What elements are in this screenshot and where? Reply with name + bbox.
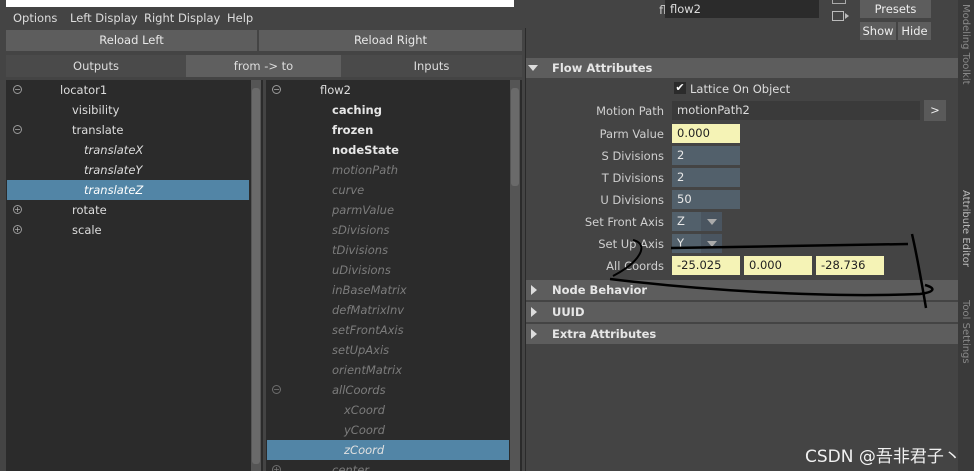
- screen: Options Left Display Right Display Help …: [0, 0, 974, 471]
- annotation-scribble: [609, 233, 934, 309]
- watermark: CSDN @吾非君子丶: [805, 447, 961, 467]
